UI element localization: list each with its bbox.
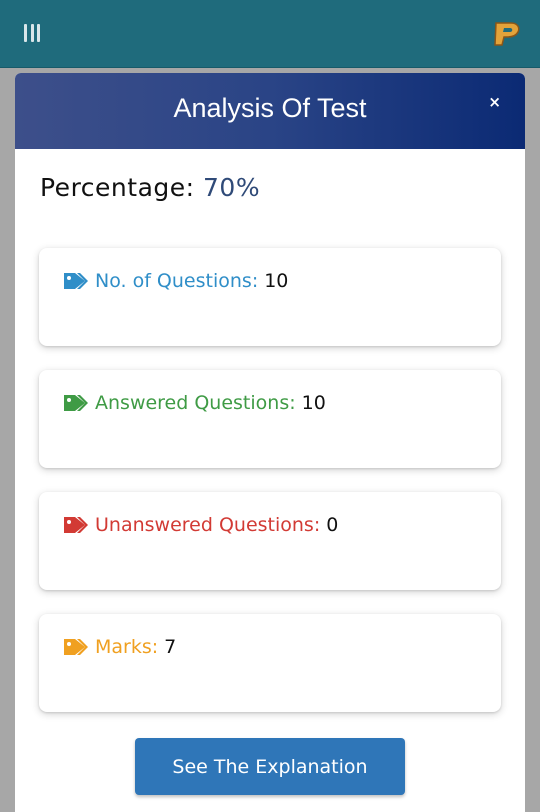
stat-card-answered: Answered Questions: 10 [39,370,501,468]
tag-icon [64,273,88,289]
stat-value: 10 [264,270,289,292]
stat-value: 7 [164,636,177,658]
stat-label: No. of Questions: [95,270,259,292]
see-explanation-button[interactable]: See The Explanation [135,738,405,795]
stat-label: Marks: [95,636,159,658]
percentage-label: Percentage: [40,173,195,202]
tag-icon [64,517,88,533]
percentage-value: 70% [203,173,261,202]
p-logo-icon[interactable] [492,20,522,48]
modal-header: Analysis Of Test × [15,73,525,149]
modal-title: Analysis Of Test [173,93,367,123]
percentage-row: Percentage: 70% [40,173,260,202]
stat-value: 10 [301,392,326,414]
stat-value: 0 [326,514,339,536]
tag-icon [64,639,88,655]
stat-card-questions: No. of Questions: 10 [39,248,501,346]
stat-label: Unanswered Questions: [95,514,321,536]
hamburger-menu-icon[interactable] [24,24,40,42]
analysis-modal: Analysis Of Test × Percentage: 70% No. o… [15,73,525,812]
app-bar [0,0,540,68]
stat-card-unanswered: Unanswered Questions: 0 [39,492,501,590]
stat-label: Answered Questions: [95,392,296,414]
tag-icon [64,395,88,411]
close-button[interactable]: × [488,93,501,111]
stat-card-marks: Marks: 7 [39,614,501,712]
